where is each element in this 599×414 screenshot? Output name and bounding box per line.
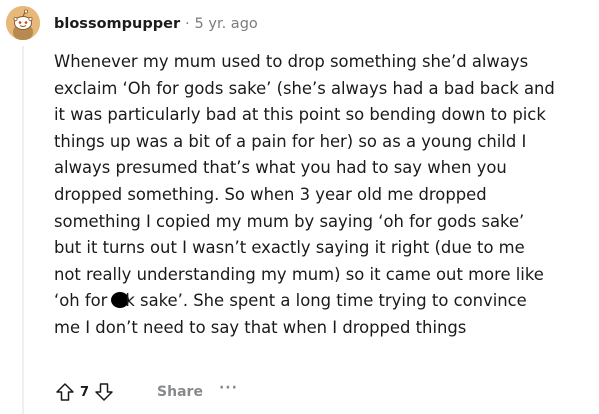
- downvote-icon[interactable]: [93, 381, 115, 403]
- body-line: dropped something. So when 3 year old me…: [54, 184, 487, 204]
- more-options-icon[interactable]: ···: [219, 380, 238, 396]
- username[interactable]: blossompupper: [54, 16, 180, 32]
- comment-actions: 7 Share ···: [54, 378, 238, 406]
- comment-body: Whenever my mum used to drop something s…: [54, 49, 592, 342]
- body-line: it was particularly bad at this point so…: [54, 105, 546, 125]
- body-line: but it turns out I wasn’t exactly saying…: [54, 238, 525, 258]
- body-line: always presumed that’s what you had to s…: [54, 158, 507, 178]
- body-line: Whenever my mum used to drop something s…: [54, 52, 529, 71]
- snoo-avatar-icon: [6, 6, 40, 40]
- body-line: not really understanding my mum) so it c…: [54, 264, 544, 284]
- thread-line[interactable]: [22, 46, 24, 414]
- body-line: exclaim ‘Oh for gods sake’ (she’s always…: [54, 78, 555, 98]
- upvote-icon[interactable]: [54, 381, 76, 403]
- comment: blossompupper · 5 yr. ago Whenever my mu…: [0, 0, 599, 414]
- censored-line-after: k sake’. She spent a long time trying to…: [125, 291, 527, 311]
- meta-separator: ·: [185, 16, 190, 32]
- vote-count: 7: [80, 384, 90, 400]
- comment-header: blossompupper · 5 yr. ago: [54, 12, 258, 36]
- avatar[interactable]: [6, 6, 40, 40]
- body-line-last: me I don’t need to say that when I dropp…: [54, 317, 467, 337]
- body-line: something I copied my mum by saying ‘oh …: [54, 211, 525, 231]
- body-line: things up was a bit of a pain for her) s…: [54, 131, 527, 151]
- timestamp[interactable]: 5 yr. ago: [195, 16, 258, 32]
- censored-line-before: ‘oh for f: [54, 291, 119, 311]
- body-line-censored: ‘oh for f k sake’. She spent a long time …: [54, 288, 592, 315]
- share-button[interactable]: Share: [157, 384, 203, 400]
